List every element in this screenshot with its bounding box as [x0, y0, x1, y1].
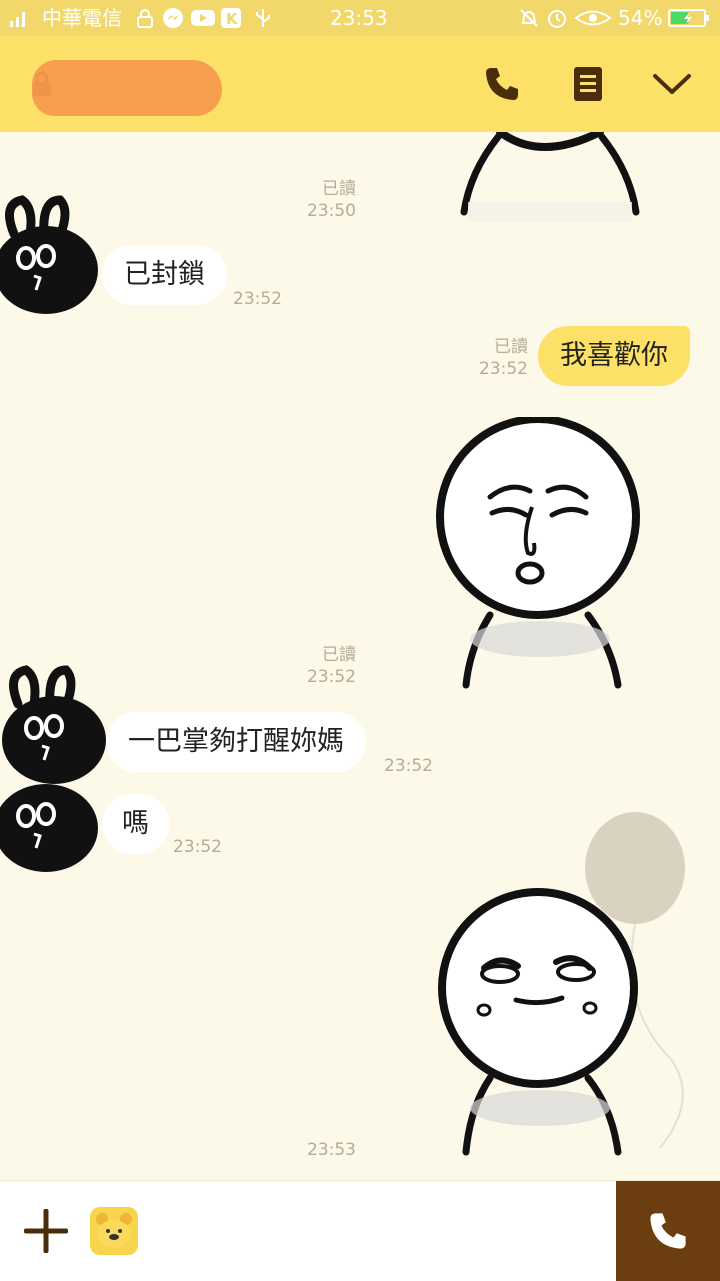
svg-text:K: K — [226, 10, 239, 28]
voice-call-button[interactable] — [616, 1181, 720, 1281]
message-time: 23:52 — [233, 289, 282, 309]
phone-icon[interactable] — [482, 64, 522, 104]
eye-icon — [574, 10, 612, 26]
sticker-balloon-face-image[interactable] — [430, 808, 710, 1168]
message-time: 23:52 — [173, 837, 222, 857]
input-bar — [0, 1180, 720, 1281]
message-time: 23:50 — [307, 201, 356, 221]
message-time: 23:52 — [384, 756, 433, 776]
battery-icon — [668, 9, 709, 27]
message-time: 23:52 — [307, 667, 356, 687]
read-receipt: 已讀 — [494, 337, 528, 357]
sticker-sad-face-image[interactable] — [430, 417, 650, 692]
incoming-message-bubble[interactable]: 一巴掌夠打醒妳媽 — [106, 712, 366, 772]
plus-icon[interactable] — [24, 1209, 68, 1253]
usb-icon — [256, 9, 270, 27]
youtube-icon — [191, 10, 215, 26]
message-time: 23:52 — [479, 359, 528, 379]
contact-avatar[interactable] — [0, 762, 104, 882]
lock-icon — [137, 9, 153, 28]
message-time: 23:53 — [307, 1140, 356, 1160]
menu-icon[interactable] — [568, 64, 608, 104]
k-app-icon: K — [221, 8, 241, 28]
incoming-message-bubble[interactable]: 已封鎖 — [102, 245, 227, 305]
clock-label: 23:53 — [330, 6, 388, 30]
status-bar: 中華電信 K 23:53 54% — [0, 0, 720, 36]
signal-icon — [10, 12, 25, 27]
phone-icon — [650, 1213, 686, 1249]
message-meta: 已讀 23:50 — [300, 178, 356, 222]
alarm-icon — [548, 10, 566, 28]
mute-icon — [520, 9, 538, 27]
chat-area[interactable]: 已讀 23:50 已封鎖 23:52 已讀 23:52 我喜歡你 已讀 23:5… — [0, 132, 720, 1180]
sticker-character-image[interactable] — [440, 132, 660, 232]
battery-percent: 54% — [618, 6, 663, 30]
messenger-icon — [163, 8, 183, 28]
read-receipt: 已讀 — [322, 645, 356, 665]
emoticon-icon — [96, 1213, 132, 1248]
redacted-contact-name — [32, 60, 222, 116]
contact-avatar[interactable] — [0, 194, 104, 314]
carrier-label: 中華電信 — [42, 6, 122, 30]
emoticon-button[interactable] — [90, 1207, 138, 1255]
incoming-message-bubble[interactable]: 嗎 — [102, 794, 169, 854]
chat-header — [0, 36, 720, 132]
message-meta: 已讀 23:52 — [300, 644, 356, 688]
chevron-down-icon[interactable] — [652, 64, 692, 104]
outgoing-message-bubble[interactable]: 我喜歡你 — [538, 326, 690, 386]
read-receipt: 已讀 — [322, 179, 356, 199]
message-meta: 已讀 23:52 — [470, 336, 528, 380]
